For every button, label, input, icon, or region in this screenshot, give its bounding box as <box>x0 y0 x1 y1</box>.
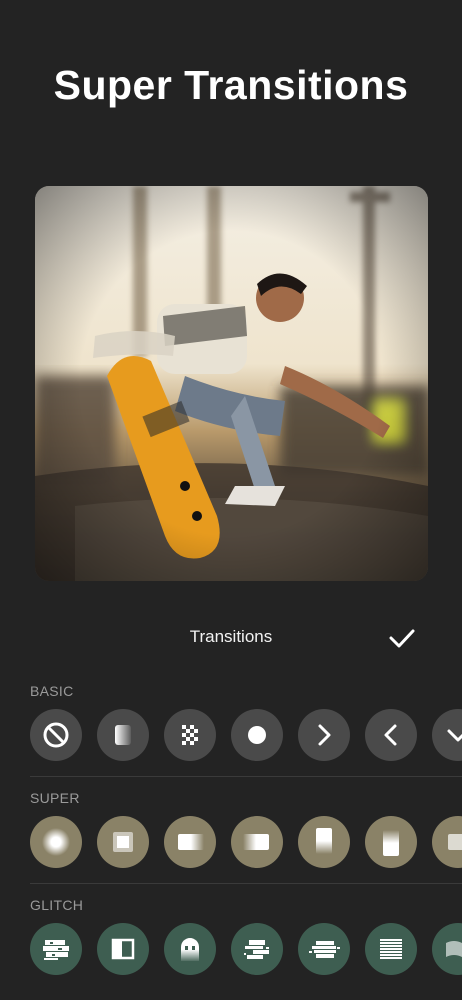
divider <box>30 883 462 884</box>
none-icon[interactable] <box>30 709 82 761</box>
glitch-transition-row <box>28 923 462 977</box>
preview-image <box>35 186 428 581</box>
skater-photo <box>35 186 428 581</box>
glitch-shift-icon[interactable] <box>231 923 283 975</box>
scanline-icon[interactable] <box>365 923 417 975</box>
ghost-icon[interactable] <box>164 923 216 975</box>
dissolve-icon[interactable] <box>164 709 216 761</box>
chevron-left-icon[interactable] <box>365 709 417 761</box>
slide-partial-icon[interactable] <box>432 816 462 868</box>
zoom-glow-icon[interactable] <box>30 816 82 868</box>
headline: Super Transitions <box>53 62 409 108</box>
gradient-fade-icon[interactable] <box>97 709 149 761</box>
section-label-super: SUPER <box>30 790 80 806</box>
basic-transition-row <box>28 709 462 763</box>
divider <box>30 776 462 777</box>
zoom-frame-icon[interactable] <box>97 816 149 868</box>
slide-up-blur-icon[interactable] <box>298 816 350 868</box>
split-panel-icon[interactable] <box>97 923 149 975</box>
checkmark-icon[interactable] <box>386 622 418 654</box>
circle-icon[interactable] <box>231 709 283 761</box>
super-transition-row <box>28 816 462 870</box>
slide-down-blur-icon[interactable] <box>365 816 417 868</box>
slide-left-blur-icon[interactable] <box>231 816 283 868</box>
chevron-down-icon[interactable] <box>432 709 462 761</box>
chevron-right-icon[interactable] <box>298 709 350 761</box>
slide-right-blur-icon[interactable] <box>164 816 216 868</box>
glitch-wave-icon[interactable] <box>432 923 462 975</box>
section-label-glitch: GLITCH <box>30 897 84 913</box>
glitch-block-icon[interactable] <box>30 923 82 975</box>
glitch-scan-icon[interactable] <box>298 923 350 975</box>
section-label-basic: BASIC <box>30 683 74 699</box>
